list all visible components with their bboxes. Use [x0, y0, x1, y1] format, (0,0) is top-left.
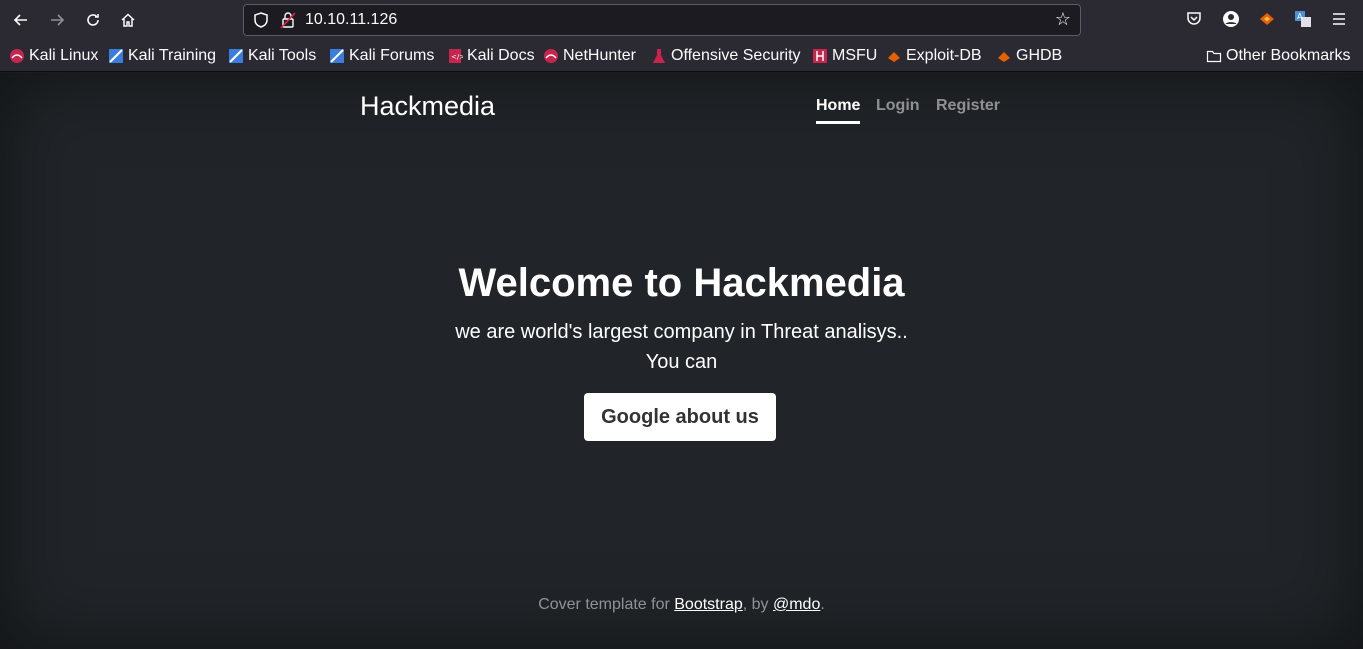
bookmark-exploit-db[interactable]: Exploit-DB	[886, 46, 982, 66]
browser-toolbar: 10.10.11.126 ☆ A	[0, 0, 1363, 40]
mdo-link[interactable]: @mdo	[773, 596, 820, 613]
folder-icon	[1206, 48, 1222, 64]
bookmark-star-icon[interactable]: ☆	[1052, 9, 1074, 31]
nav-login[interactable]: Login	[876, 97, 920, 115]
kali-forums-icon	[329, 48, 345, 64]
msfu-icon	[812, 48, 828, 64]
extension-icon[interactable]	[1256, 8, 1278, 30]
nethunter-icon	[543, 48, 559, 64]
reload-icon[interactable]	[81, 8, 105, 32]
pocket-icon[interactable]	[1183, 8, 1205, 30]
bookmark-kali-docs[interactable]: </> Kali Docs	[447, 46, 535, 66]
bookmark-label: Kali Docs	[467, 47, 535, 64]
footer-suffix: .	[820, 596, 825, 613]
home-icon[interactable]	[116, 8, 140, 32]
hero-title: Welcome to Hackmedia	[458, 261, 905, 305]
svg-text:A: A	[1297, 12, 1303, 21]
hero-lead-line2: You can	[645, 351, 718, 373]
url-text[interactable]: 10.10.11.126	[305, 11, 397, 29]
kali-training-icon	[108, 48, 124, 64]
bookmark-label: GHDB	[1016, 47, 1063, 64]
bookmark-kali-training[interactable]: Kali Training	[108, 46, 216, 66]
bookmarks-toolbar: Kali Linux Kali Training Kali Tools Kali…	[0, 40, 1363, 72]
nav-register[interactable]: Register	[936, 97, 1000, 115]
translate-icon[interactable]: A	[1292, 8, 1314, 30]
exploitdb-icon	[886, 48, 902, 64]
site-brand[interactable]: Hackmedia	[360, 91, 495, 122]
offsec-icon	[651, 48, 667, 64]
other-bookmarks-label: Other Bookmarks	[1226, 47, 1351, 64]
bookmark-ghdb[interactable]: GHDB	[996, 46, 1062, 66]
address-bar[interactable]: 10.10.11.126 ☆	[243, 4, 1081, 36]
bookmark-label: MSFU	[832, 47, 878, 64]
bookmark-label: Offensive Security	[671, 47, 801, 64]
svg-text:</>: </>	[451, 53, 463, 61]
bookmark-offensive-security[interactable]: Offensive Security	[651, 46, 801, 66]
tracking-shield-icon[interactable]	[252, 11, 270, 29]
kali-icon	[9, 48, 25, 64]
bookmark-kali-forums[interactable]: Kali Forums	[329, 46, 434, 66]
bookmark-kali-linux[interactable]: Kali Linux	[9, 46, 98, 66]
menu-icon[interactable]	[1328, 8, 1350, 30]
bookmark-kali-tools[interactable]: Kali Tools	[228, 46, 316, 66]
ghdb-icon	[996, 48, 1012, 64]
web-page: Hackmedia Home Login Register Welcome to…	[0, 73, 1363, 649]
google-about-us-button[interactable]: Google about us	[584, 393, 776, 441]
kali-tools-icon	[228, 48, 244, 64]
back-icon[interactable]	[9, 8, 33, 32]
forward-icon[interactable]	[45, 8, 69, 32]
other-bookmarks[interactable]: Other Bookmarks	[1206, 46, 1350, 66]
insecure-lock-icon[interactable]	[280, 11, 296, 29]
bootstrap-link[interactable]: Bootstrap	[674, 596, 742, 613]
kali-docs-icon: </>	[447, 48, 465, 64]
bookmark-label: Exploit-DB	[906, 47, 982, 64]
bookmark-msfu[interactable]: MSFU	[812, 46, 877, 66]
footer-prefix: Cover template for	[538, 596, 675, 613]
bookmark-label: NetHunter	[563, 47, 636, 64]
bookmark-label: Kali Forums	[349, 47, 435, 64]
nav-home[interactable]: Home	[816, 97, 861, 124]
hero-lead-line1: we are world's largest company in Threat…	[455, 321, 908, 343]
bookmark-label: Kali Tools	[248, 47, 317, 64]
bookmark-label: Kali Training	[128, 47, 217, 64]
account-icon[interactable]	[1220, 8, 1242, 30]
bookmark-nethunter[interactable]: NetHunter	[543, 46, 636, 66]
footer: Cover template for Bootstrap, by @mdo.	[0, 596, 1363, 614]
footer-middle: , by	[742, 596, 773, 613]
bookmark-label: Kali Linux	[29, 47, 99, 64]
